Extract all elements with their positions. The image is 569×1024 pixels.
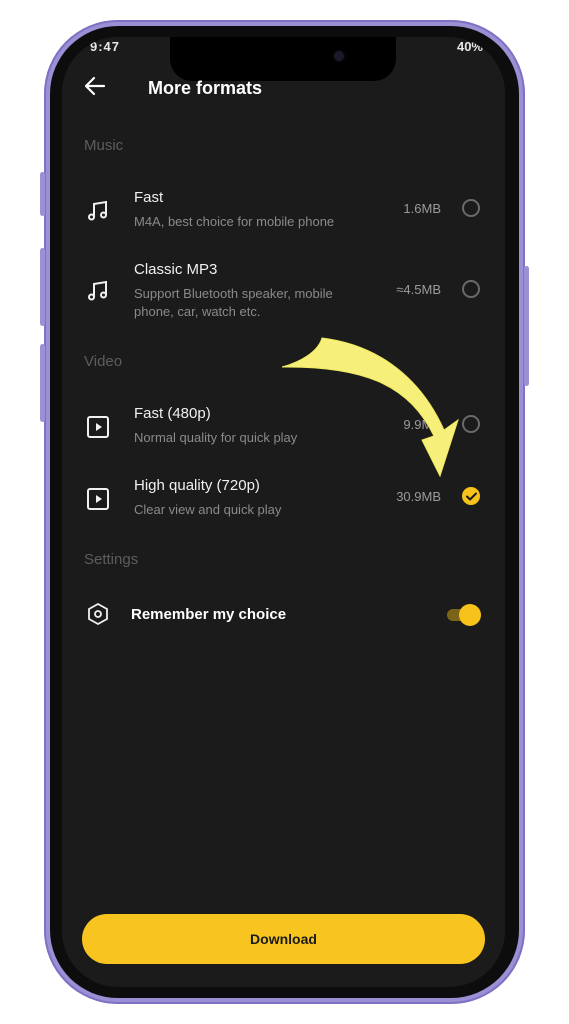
section-video: Video	[84, 353, 123, 370]
format-subtitle: Normal quality for quick play	[134, 430, 298, 445]
action-button	[40, 172, 45, 216]
format-radio[interactable]	[462, 280, 480, 298]
play-icon	[86, 415, 110, 439]
format-size: 9.9MB	[403, 417, 441, 432]
app-screen: 9:47 40% More formats Music Fast M4A, be…	[62, 37, 505, 987]
format-size: 1.6MB	[403, 201, 441, 216]
volume-down-button	[40, 344, 45, 422]
format-subtitle: M4A, best choice for mobile phone	[134, 214, 335, 229]
format-radio[interactable]	[462, 415, 480, 433]
remember-toggle[interactable]	[445, 604, 481, 626]
front-camera	[334, 51, 344, 61]
play-icon	[86, 487, 110, 511]
music-note-icon	[86, 279, 110, 303]
hexagon-settings-icon	[86, 602, 110, 626]
page-title: More formats	[148, 78, 263, 98]
remember-label: Remember my choice	[131, 606, 287, 623]
status-battery: 40%	[456, 39, 483, 54]
section-music: Music	[84, 137, 124, 154]
format-radio-selected[interactable]	[462, 487, 480, 505]
format-size: 30.9MB	[396, 489, 441, 504]
format-item-music-fast[interactable]: Fast M4A, best choice for mobile phone 1…	[62, 187, 505, 237]
power-button	[524, 266, 529, 386]
format-item-480p[interactable]: Fast (480p) Normal quality for quick pla…	[62, 403, 505, 453]
format-subtitle: Clear view and quick play	[134, 502, 282, 517]
format-size: ≈4.5MB	[396, 282, 441, 297]
back-arrow-icon[interactable]	[84, 75, 110, 101]
format-subtitle: Support Bluetooth speaker, mobile phone,…	[134, 286, 333, 319]
volume-up-button	[40, 248, 45, 326]
status-time: 9:47	[90, 39, 121, 54]
section-settings: Settings	[84, 551, 139, 568]
format-radio[interactable]	[462, 199, 480, 217]
format-title: Fast (480p)	[134, 405, 211, 422]
download-button[interactable]: Download	[82, 914, 485, 964]
remember-choice-row[interactable]: Remember my choice	[62, 597, 505, 633]
format-title: Fast	[134, 189, 164, 206]
toggle-thumb	[459, 604, 481, 626]
format-item-classic-mp3[interactable]: Classic MP3 Support Bluetooth speaker, m…	[62, 259, 505, 323]
header: More formats	[62, 71, 505, 107]
format-item-720p[interactable]: High quality (720p) Clear view and quick…	[62, 475, 505, 525]
checkmark-icon	[466, 492, 477, 501]
format-title: Classic MP3	[134, 261, 218, 278]
format-title: High quality (720p)	[134, 477, 260, 494]
music-note-icon	[86, 199, 110, 223]
